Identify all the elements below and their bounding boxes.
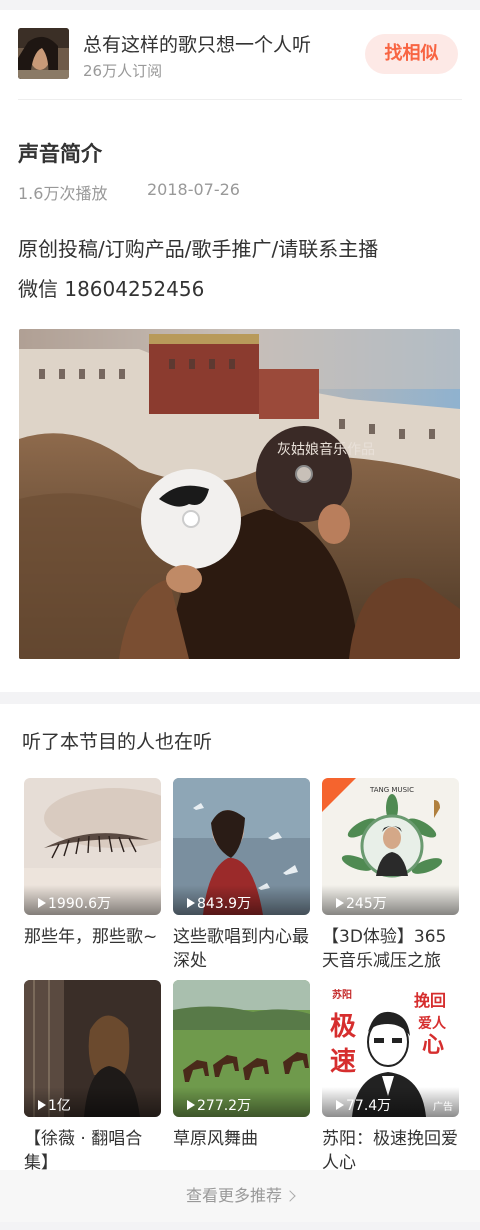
cover-text: 心 <box>422 1033 444 1058</box>
intro-heading: 声音简介 <box>18 142 102 166</box>
see-more-label: 查看更多推荐 <box>185 1186 282 1205</box>
album-subscribers: 26万人订阅 <box>83 62 163 80</box>
cover-text: 挽回 <box>414 991 446 1010</box>
recommend-card[interactable]: 苏阳 极 速 挽回 爱人 心 77.4万 广告 苏阳：极速挽回爱人心 <box>322 980 459 1175</box>
card-play-count-text: 77.4万 <box>346 1098 392 1114</box>
card-title[interactable]: 【徐薇 · 翻唱合集】 <box>24 1127 161 1175</box>
play-icon <box>336 898 344 908</box>
album-row[interactable]: 总有这样的歌只想一个人听 26万人订阅 找相似 <box>0 10 480 100</box>
card-title[interactable]: 草原风舞曲 <box>173 1127 310 1151</box>
cover-text: TANG MUSIC <box>369 786 414 794</box>
card-cover[interactable]: TANG MUSIC 245万 <box>322 778 459 915</box>
bottom-spacer <box>0 1222 480 1230</box>
recommend-card[interactable]: TANG MUSIC 245万 【3D体验】365天音乐减压之旅 <box>322 778 459 973</box>
intro-line: 原创投稿/订购产品/歌手推广/请联系主播 <box>18 237 379 261</box>
card-title[interactable]: 这些歌唱到内心最深处 <box>173 925 310 973</box>
play-icon <box>187 1100 195 1110</box>
publish-date: 2018-07-26 <box>147 180 240 199</box>
card-cover[interactable]: 277.2万 <box>173 980 310 1117</box>
card-title[interactable]: 那些年，那些歌~ <box>24 925 161 949</box>
play-icon <box>38 898 46 908</box>
chevron-right-icon <box>284 1190 296 1202</box>
recommend-card[interactable]: 277.2万 草原风舞曲 <box>173 980 310 1151</box>
recommend-card[interactable]: 843.9万 这些歌唱到内心最深处 <box>173 778 310 973</box>
card-play-count-text: 277.2万 <box>197 1098 252 1114</box>
album-title[interactable]: 总有这样的歌只想一个人听 <box>83 30 311 57</box>
recommend-card[interactable]: 1990.6万 那些年，那些歌~ <box>24 778 161 949</box>
recommend-card[interactable]: 1亿 【徐薇 · 翻唱合集】 <box>24 980 161 1175</box>
album-cover[interactable] <box>18 28 69 79</box>
card-play-count-text: 1亿 <box>48 1098 71 1114</box>
card-play-count-text: 245万 <box>346 896 387 912</box>
cover-text: 极 <box>330 1012 357 1042</box>
see-more-button[interactable]: 查看更多推荐 <box>0 1170 480 1222</box>
play-count: 1.6万次播放 <box>18 184 108 203</box>
play-icon <box>187 898 195 908</box>
play-icon <box>336 1100 344 1110</box>
intro-line: 微信 18604252456 <box>18 277 205 301</box>
card-play-count: 1亿 <box>24 1087 161 1117</box>
intro-image: 灰姑娘音乐作品 <box>19 329 460 659</box>
card-cover[interactable]: 1990.6万 <box>24 778 161 915</box>
recommend-heading: 听了本节目的人也在听 <box>22 731 213 753</box>
section-separator <box>0 692 480 704</box>
top-spacer <box>0 0 480 10</box>
card-play-count: 1990.6万 <box>24 885 161 915</box>
card-cover[interactable]: 苏阳 极 速 挽回 爱人 心 77.4万 广告 <box>322 980 459 1117</box>
card-cover[interactable]: 843.9万 <box>173 778 310 915</box>
disc-text: 灰姑娘音乐作品 <box>277 441 375 458</box>
cover-text: 速 <box>330 1047 356 1077</box>
card-play-count: 245万 <box>322 885 459 915</box>
card-play-count: 277.2万 <box>173 1087 310 1117</box>
card-play-count-text: 843.9万 <box>197 896 252 912</box>
find-similar-button[interactable]: 找相似 <box>365 34 458 74</box>
card-title[interactable]: 【3D体验】365天音乐减压之旅 <box>322 925 459 973</box>
play-icon <box>38 1100 46 1110</box>
cover-tag-text: 苏阳 <box>332 988 352 1001</box>
card-play-count-text: 1990.6万 <box>48 896 111 912</box>
divider <box>18 99 462 100</box>
card-play-count: 843.9万 <box>173 885 310 915</box>
card-title[interactable]: 苏阳：极速挽回爱人心 <box>322 1127 459 1175</box>
card-cover[interactable]: 1亿 <box>24 980 161 1117</box>
ad-badge: 广告 <box>433 1102 453 1113</box>
cover-text: 爱人 <box>418 1015 447 1032</box>
